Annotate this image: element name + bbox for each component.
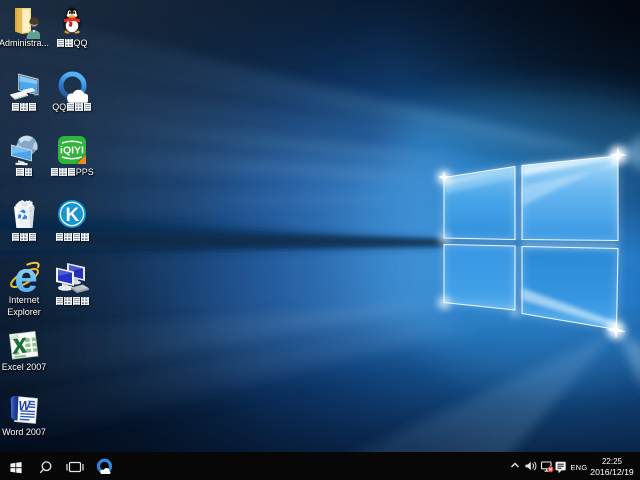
svg-text:iQIYI: iQIYI (60, 145, 84, 157)
svg-text:e: e (14, 261, 37, 297)
svg-text:K: K (66, 205, 80, 226)
